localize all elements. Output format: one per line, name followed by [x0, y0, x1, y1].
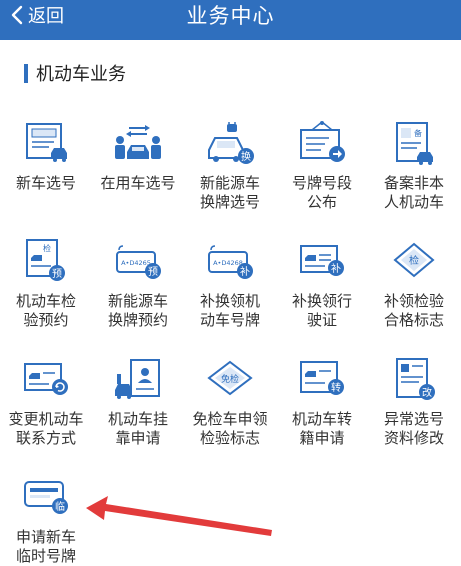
transfer-apply-icon: 转: [295, 354, 349, 404]
service-item-exempt-mark[interactable]: 免检 免检车申领 检验标志: [184, 354, 276, 472]
service-grid: 新车选号 在用车选号 换 新能源车 换牌选号 号牌号段 公布 备 备案非本 人机…: [0, 118, 461, 566]
service-item-label: 机动车转 籍申请: [291, 410, 352, 447]
service-item-label: 申请新车 临时号牌: [15, 528, 76, 565]
ev-car-swap-icon: 换: [203, 118, 257, 168]
service-item-used-car-number[interactable]: 在用车选号: [92, 118, 184, 236]
plate-appointment-icon: A•D4265 预: [111, 236, 165, 286]
svg-text:补: 补: [331, 262, 341, 275]
service-item-label: 号牌号段 公布: [291, 174, 352, 211]
inspection-appointment-icon: 检 预: [19, 236, 73, 286]
svg-text:换: 换: [241, 150, 251, 163]
exempt-mark-icon: 免检: [203, 354, 257, 404]
service-item-ev-plate-appointment[interactable]: A•D4265 预 新能源车 换牌预约: [92, 236, 184, 354]
svg-text:A•D4268: A•D4268: [213, 259, 243, 267]
service-item-label: 补换领行 驶证: [291, 292, 352, 329]
service-item-inspection-mark[interactable]: 检 补领检验 合格标志: [368, 236, 460, 354]
service-item-abnormal-edit[interactable]: 改 异常选号 资料修改: [368, 354, 460, 472]
service-item-label: 补领检验 合格标志: [383, 292, 444, 329]
svg-text:免检: 免检: [221, 373, 239, 385]
service-item-label: 机动车检 验预约: [15, 292, 76, 329]
svg-text:补: 补: [240, 265, 250, 278]
service-item-contact-change[interactable]: 变更机动车 联系方式: [0, 354, 92, 472]
service-item-label: 免检车申领 检验标志: [192, 410, 268, 447]
service-item-ev-plate-number[interactable]: 换 新能源车 换牌选号: [184, 118, 276, 236]
service-item-plate-segment[interactable]: 号牌号段 公布: [276, 118, 368, 236]
plate-notice-icon: [295, 118, 349, 168]
top-header: 返回 业务中心: [0, 0, 461, 40]
service-item-label: 补换领机 动车号牌: [199, 292, 260, 329]
service-item-label: 新车选号: [15, 174, 76, 192]
service-item-transfer-apply[interactable]: 转 机动车转 籍申请: [276, 354, 368, 472]
svg-text:预: 预: [148, 266, 158, 278]
service-item-label: 机动车挂 靠申请: [107, 410, 168, 447]
contact-change-icon: [19, 354, 73, 404]
service-item-affiliation-apply[interactable]: 机动车挂 靠申请: [92, 354, 184, 472]
affiliation-apply-icon: [111, 354, 165, 404]
section-accent-bar: [24, 63, 28, 83]
service-item-new-car-number[interactable]: 新车选号: [0, 118, 92, 236]
service-item-record-vehicle[interactable]: 备 备案非本 人机动车: [368, 118, 460, 236]
service-item-label: 异常选号 资料修改: [383, 410, 444, 447]
page-title: 业务中心: [186, 4, 275, 28]
service-item-label: 备案非本 人机动车: [383, 174, 444, 211]
service-item-license-replace[interactable]: 补 补换领行 驶证: [276, 236, 368, 354]
people-car-exchange-icon: [111, 118, 165, 168]
section-header: 机动车业务: [24, 62, 126, 85]
service-item-temp-plate[interactable]: 临 申请新车 临时号牌: [0, 472, 92, 566]
svg-text:A•D4265: A•D4265: [121, 259, 151, 267]
svg-text:检: 检: [409, 254, 419, 267]
inspection-mark-icon: 检: [387, 236, 441, 286]
svg-text:备: 备: [414, 128, 422, 138]
service-item-plate-replace[interactable]: A•D4268 补 补换领机 动车号牌: [184, 236, 276, 354]
svg-text:检: 检: [43, 243, 51, 253]
section-title: 机动车业务: [36, 64, 126, 85]
service-item-label: 新能源车 换牌预约: [107, 292, 168, 329]
svg-text:改: 改: [422, 386, 432, 399]
svg-text:临: 临: [55, 500, 65, 513]
plate-replace-icon: A•D4268 补: [203, 236, 257, 286]
service-item-label: 在用车选号: [100, 174, 176, 192]
temp-plate-icon: 临: [19, 472, 73, 522]
record-document-icon: 备: [387, 118, 441, 168]
service-item-label: 变更机动车 联系方式: [8, 410, 84, 447]
form-car-icon: [19, 118, 73, 168]
service-item-label: 新能源车 换牌选号: [199, 174, 260, 211]
license-replace-icon: 补: [295, 236, 349, 286]
svg-text:预: 预: [52, 268, 62, 280]
abnormal-edit-icon: 改: [387, 354, 441, 404]
svg-text:转: 转: [331, 381, 341, 394]
service-item-inspection-appointment[interactable]: 检 预 机动车检 验预约: [0, 236, 92, 354]
